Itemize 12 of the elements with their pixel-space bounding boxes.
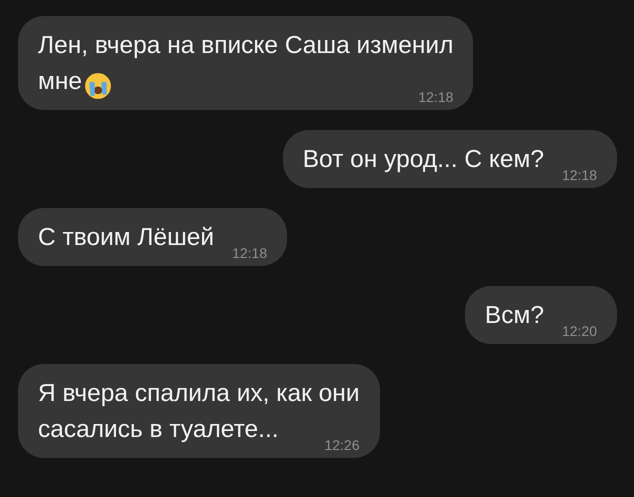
message-time: 12:18	[418, 90, 454, 104]
message-text: мне	[38, 67, 82, 97]
message-text: сасались в туалете...	[38, 415, 279, 445]
message-text: Я вчера спалила их, как они	[38, 379, 360, 409]
message-time: 12:20	[562, 324, 597, 338]
message-text: С твоим Лёшей	[38, 223, 214, 253]
message-time: 12:26	[324, 438, 360, 452]
message-time: 12:18	[232, 246, 268, 260]
message-text: Лен, вчера на вписке Саша изменил	[38, 31, 454, 61]
message-text: Вот он урод... С кем?	[302, 145, 544, 175]
message-text: Всм?	[484, 301, 544, 331]
message-time: 12:18	[562, 168, 597, 182]
